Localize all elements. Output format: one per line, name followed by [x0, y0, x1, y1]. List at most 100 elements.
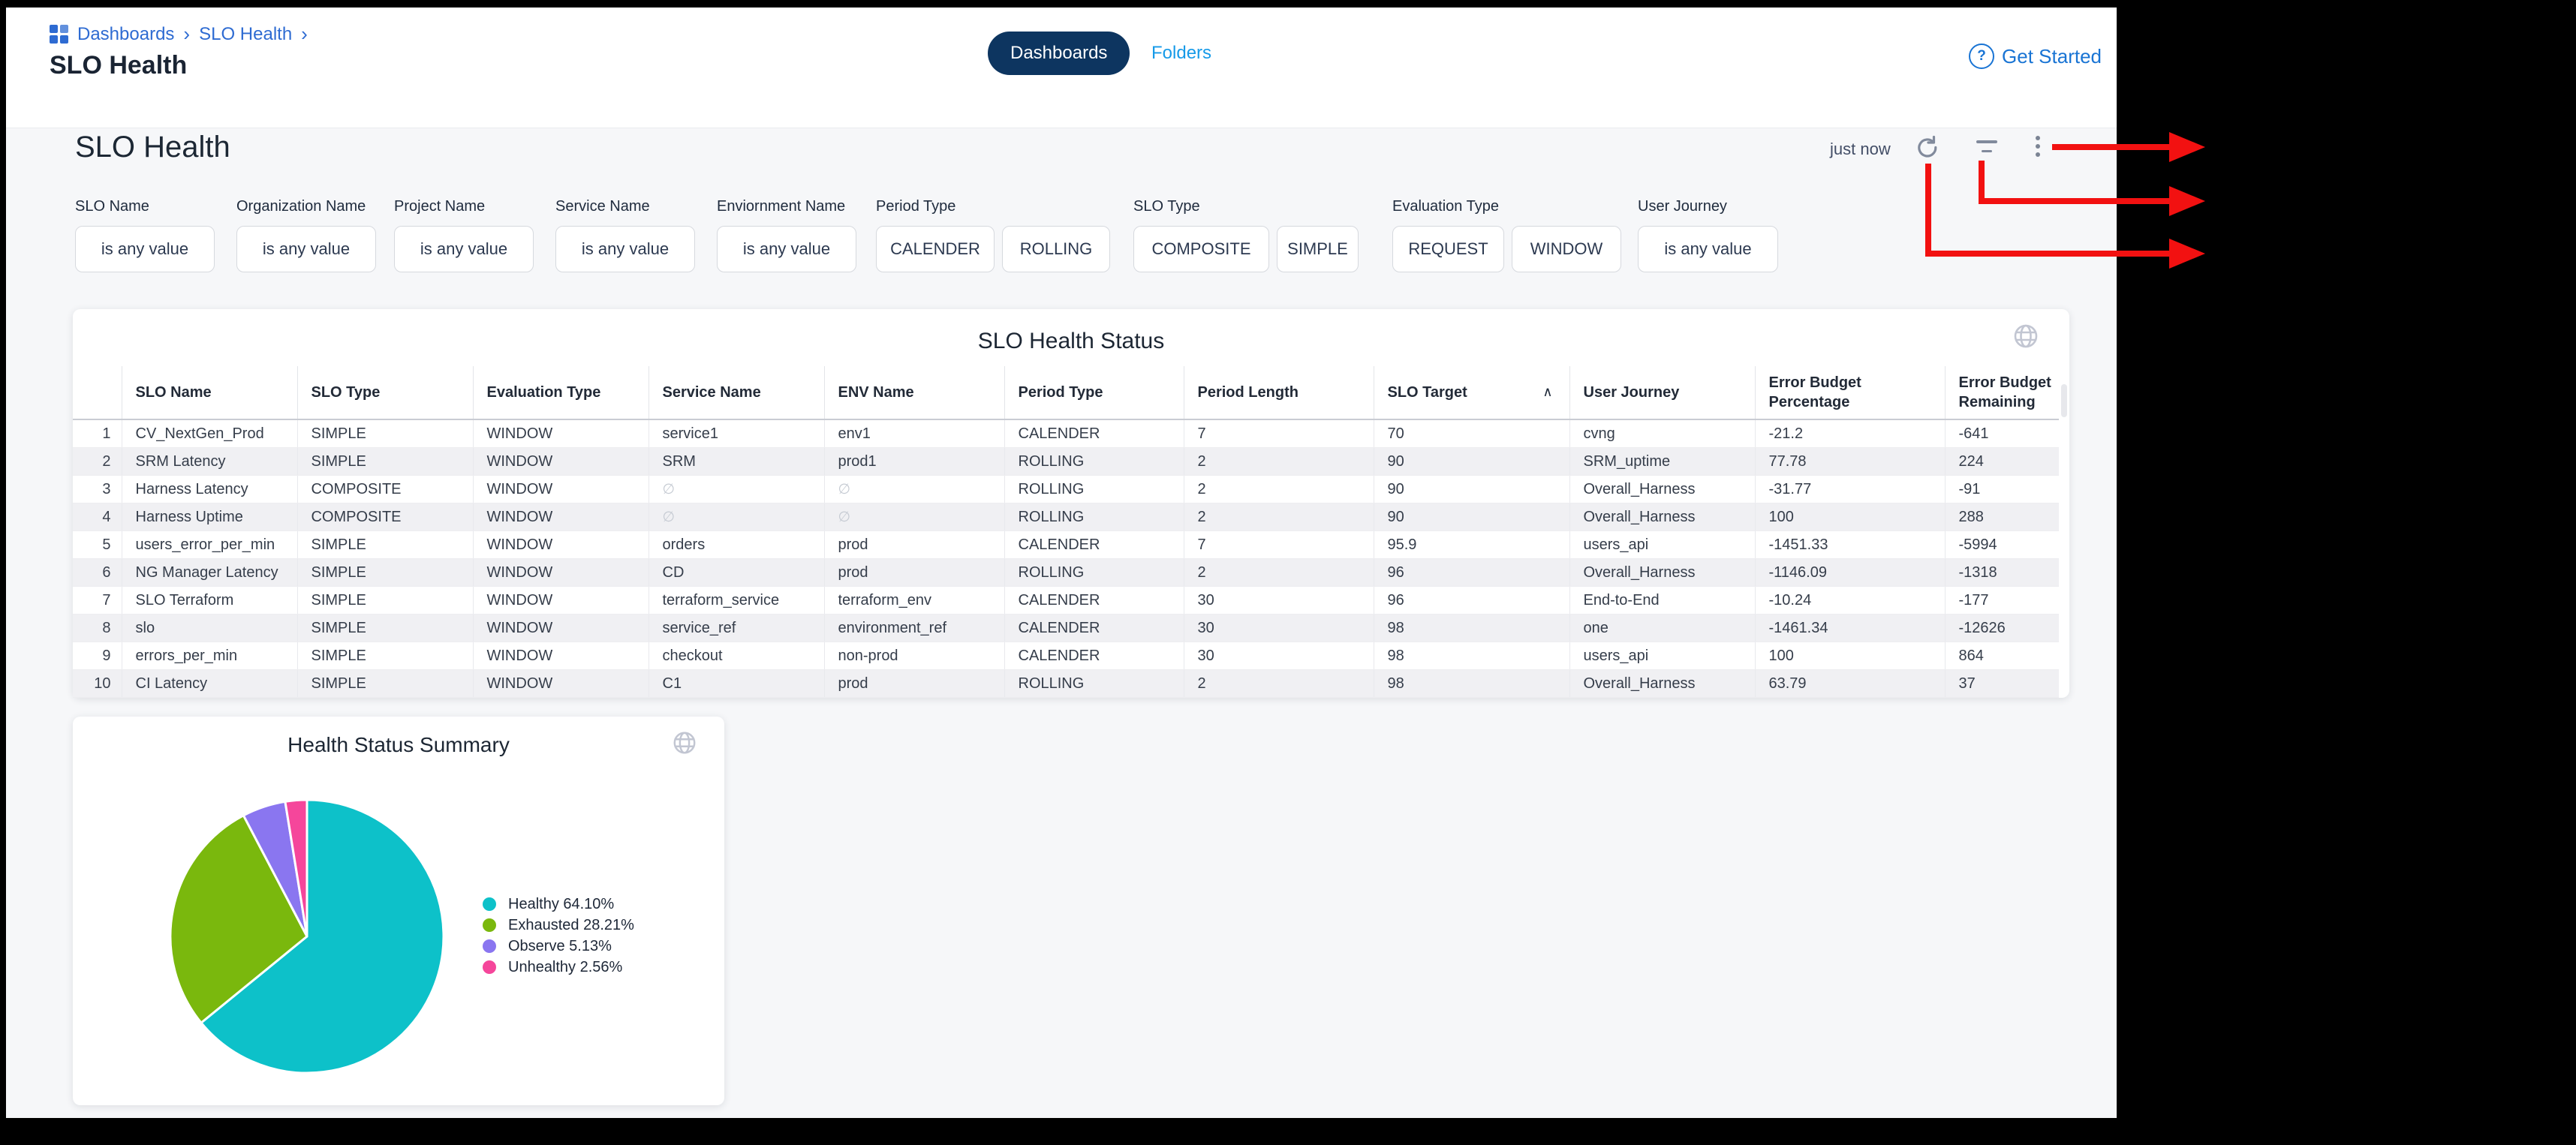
filter-value-button[interactable]: REQUEST	[1392, 226, 1504, 272]
table-cell: End-to-End	[1569, 587, 1755, 615]
table-cell: 90	[1374, 448, 1569, 476]
legend-dot-icon	[483, 897, 496, 911]
filter-value-button[interactable]: is any value	[717, 226, 856, 272]
filter-label: User Journey	[1638, 198, 1778, 215]
table-cell: 864	[1945, 642, 2059, 670]
column-header-slo-type[interactable]: SLO Type	[297, 366, 473, 419]
table-cell: SIMPLE	[297, 531, 473, 559]
filter-service-name: Service Nameis any value	[555, 198, 695, 272]
table-cell: 37	[1945, 670, 2059, 698]
table-cell: orders	[649, 531, 824, 559]
tab-folders[interactable]: Folders	[1151, 32, 1211, 75]
annotation-arrow-head	[2169, 186, 2205, 216]
legend-dot-icon	[483, 939, 496, 953]
table-row: 5users_error_per_minSIMPLEWINDOWorderspr…	[73, 531, 2059, 559]
table-cell: CALENDER	[1004, 531, 1184, 559]
table-cell: env1	[824, 419, 1004, 448]
column-header-evaluation-type[interactable]: Evaluation Type	[473, 366, 649, 419]
table-cell: 90	[1374, 476, 1569, 503]
filter-icon[interactable]	[1974, 134, 2000, 159]
table-cell: ROLLING	[1004, 670, 1184, 698]
column-header-row-number[interactable]	[73, 366, 122, 419]
table-cell: SRM_uptime	[1569, 448, 1755, 476]
filter-value-button[interactable]: is any value	[75, 226, 215, 272]
table-cell: users_error_per_min	[122, 531, 297, 559]
filter-value-button[interactable]: is any value	[555, 226, 695, 272]
table-cell: users_api	[1569, 642, 1755, 670]
table-cell: 96	[1374, 559, 1569, 587]
column-header-period-length[interactable]: Period Length	[1184, 366, 1374, 419]
legend-item-healthy[interactable]: Healthy 64.10%	[483, 894, 634, 915]
filter-value-button[interactable]: ROLLING	[1002, 226, 1110, 272]
column-header-error-budget-remaining[interactable]: Error Budget Remaining	[1945, 366, 2059, 419]
filter-label: Period Type	[876, 198, 1110, 215]
table-cell: 98	[1374, 642, 1569, 670]
table-cell: 2	[1184, 476, 1374, 503]
breadcrumb: Dashboards › SLO Health ›	[50, 23, 308, 46]
table-cell: CI Latency	[122, 670, 297, 698]
sort-asc-icon[interactable]: ∧	[1542, 382, 1552, 401]
filter-value-button[interactable]: CALENDER	[876, 226, 995, 272]
filter-value-button[interactable]: is any value	[394, 226, 534, 272]
table-title: SLO Health Status	[73, 329, 2069, 354]
table-cell: 5	[73, 531, 122, 559]
globe-icon[interactable]	[2012, 323, 2039, 353]
globe-icon[interactable]	[672, 730, 697, 759]
breadcrumb-link-slo-health[interactable]: SLO Health	[199, 24, 292, 45]
column-header-period-type[interactable]: Period Type	[1004, 366, 1184, 419]
tab-dashboards[interactable]: Dashboards	[988, 32, 1130, 75]
table-cell: non-prod	[824, 642, 1004, 670]
table-cell: errors_per_min	[122, 642, 297, 670]
table-cell: WINDOW	[473, 476, 649, 503]
filter-value-button[interactable]: WINDOW	[1512, 226, 1621, 272]
filter-label: Project Name	[394, 198, 534, 215]
health-status-pie-chart[interactable]	[164, 794, 450, 1079]
table-cell: -91	[1945, 476, 2059, 503]
table-cell: -5994	[1945, 531, 2059, 559]
table-cell: COMPOSITE	[297, 476, 473, 503]
table-cell: ROLLING	[1004, 448, 1184, 476]
column-header-slo-name[interactable]: SLO Name	[122, 366, 297, 419]
filter-value-button[interactable]: SIMPLE	[1277, 226, 1359, 272]
column-header-service-name[interactable]: Service Name	[649, 366, 824, 419]
table-cell: 30	[1184, 642, 1374, 670]
refresh-icon[interactable]	[1915, 134, 1940, 159]
table-cell: Harness Latency	[122, 476, 297, 503]
table-cell: Harness Uptime	[122, 503, 297, 531]
table-cell: -1451.33	[1755, 531, 1945, 559]
table-row: 1CV_NextGen_ProdSIMPLEWINDOWservice1env1…	[73, 419, 2059, 448]
table-cell: service1	[649, 419, 824, 448]
last-refreshed-label: just now	[1830, 140, 1891, 159]
column-header-user-journey[interactable]: User Journey	[1569, 366, 1755, 419]
table-cell: 288	[1945, 503, 2059, 531]
table-cell: -21.2	[1755, 419, 1945, 448]
annotation-arrow-head	[2169, 239, 2205, 269]
top-header-bar: Dashboards › SLO Health › SLO Health Das…	[6, 8, 2117, 128]
get-started-link[interactable]: ? Get Started	[1969, 44, 2102, 69]
table-scrollbar-thumb[interactable]	[2061, 384, 2067, 417]
table-cell: CALENDER	[1004, 419, 1184, 448]
legend-item-unhealthy[interactable]: Unhealthy 2.56%	[483, 957, 634, 978]
filter-label: Enviornment Name	[717, 198, 856, 215]
legend-item-exhausted[interactable]: Exhausted 28.21%	[483, 915, 634, 936]
filter-value-button[interactable]: is any value	[1638, 226, 1778, 272]
table-cell: 2	[1184, 448, 1374, 476]
table-cell: 1	[73, 419, 122, 448]
column-header-env-name[interactable]: ENV Name	[824, 366, 1004, 419]
breadcrumb-link-dashboards[interactable]: Dashboards	[77, 24, 174, 45]
table-cell: 2	[1184, 670, 1374, 698]
column-header-slo-target[interactable]: SLO Target∧	[1374, 366, 1569, 419]
annotation-arrow-line	[1925, 251, 2169, 257]
kebab-menu-icon[interactable]	[2025, 134, 2051, 159]
table-cell: ROLLING	[1004, 476, 1184, 503]
filter-label: Evaluation Type	[1392, 198, 1621, 215]
filter-value-button[interactable]: COMPOSITE	[1133, 226, 1269, 272]
filter-value-button[interactable]: is any value	[236, 226, 376, 272]
legend-item-observe[interactable]: Observe 5.13%	[483, 936, 634, 957]
table-cell: CD	[649, 559, 824, 587]
table-cell: NG Manager Latency	[122, 559, 297, 587]
table-cell: Overall_Harness	[1569, 559, 1755, 587]
table-cell: WINDOW	[473, 559, 649, 587]
table-cell: 77.78	[1755, 448, 1945, 476]
column-header-error-budget-percentage[interactable]: Error Budget Percentage	[1755, 366, 1945, 419]
